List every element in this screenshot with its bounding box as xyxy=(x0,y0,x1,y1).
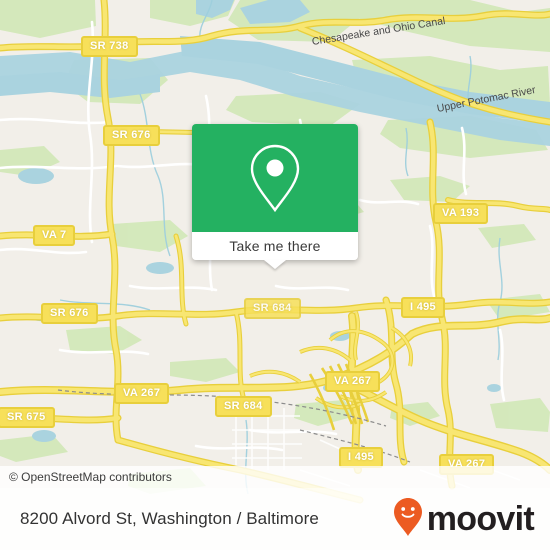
road-shield-sr-675: SR 675 xyxy=(0,407,55,428)
screenshot-root: Chesapeake and Ohio Canal Upper Potomac … xyxy=(0,0,550,550)
popup-action-bar[interactable]: Take me there xyxy=(192,232,358,269)
road-shield-va-7: VA 7 xyxy=(33,225,76,246)
road-shield-sr-684-south: SR 684 xyxy=(215,396,272,417)
road-shield-i-495: I 495 xyxy=(401,297,445,318)
road-shield-sr-676: SR 676 xyxy=(103,125,160,146)
map-pin-icon xyxy=(246,142,304,214)
osm-attribution-text[interactable]: © OpenStreetMap contributors xyxy=(0,470,172,484)
popup-image-area xyxy=(192,124,358,232)
road-shield-i-495-south: I 495 xyxy=(339,447,383,468)
footer-bar: 8200 Alvord St, Washington / Baltimore m… xyxy=(0,488,550,550)
take-me-there-label: Take me there xyxy=(229,238,321,254)
road-shield-sr-738: SR 738 xyxy=(81,36,138,57)
location-popup[interactable]: Take me there xyxy=(192,124,358,269)
road-shield-va-267-west: VA 267 xyxy=(114,383,170,404)
road-shield-sr-676-south: SR 676 xyxy=(41,303,98,324)
road-shield-sr-684: SR 684 xyxy=(244,298,301,319)
popup-pointer xyxy=(264,260,286,269)
moovit-logo[interactable]: moovit xyxy=(393,497,550,542)
road-shield-va-267-mid: VA 267 xyxy=(325,371,381,392)
address-label: 8200 Alvord St, Washington / Baltimore xyxy=(20,509,319,528)
moovit-wordmark: moovit xyxy=(426,500,535,538)
map-attribution-bar: © OpenStreetMap contributors xyxy=(0,466,550,488)
moovit-smiley-pin-icon xyxy=(393,497,423,542)
road-shield-va-193: VA 193 xyxy=(433,203,489,224)
